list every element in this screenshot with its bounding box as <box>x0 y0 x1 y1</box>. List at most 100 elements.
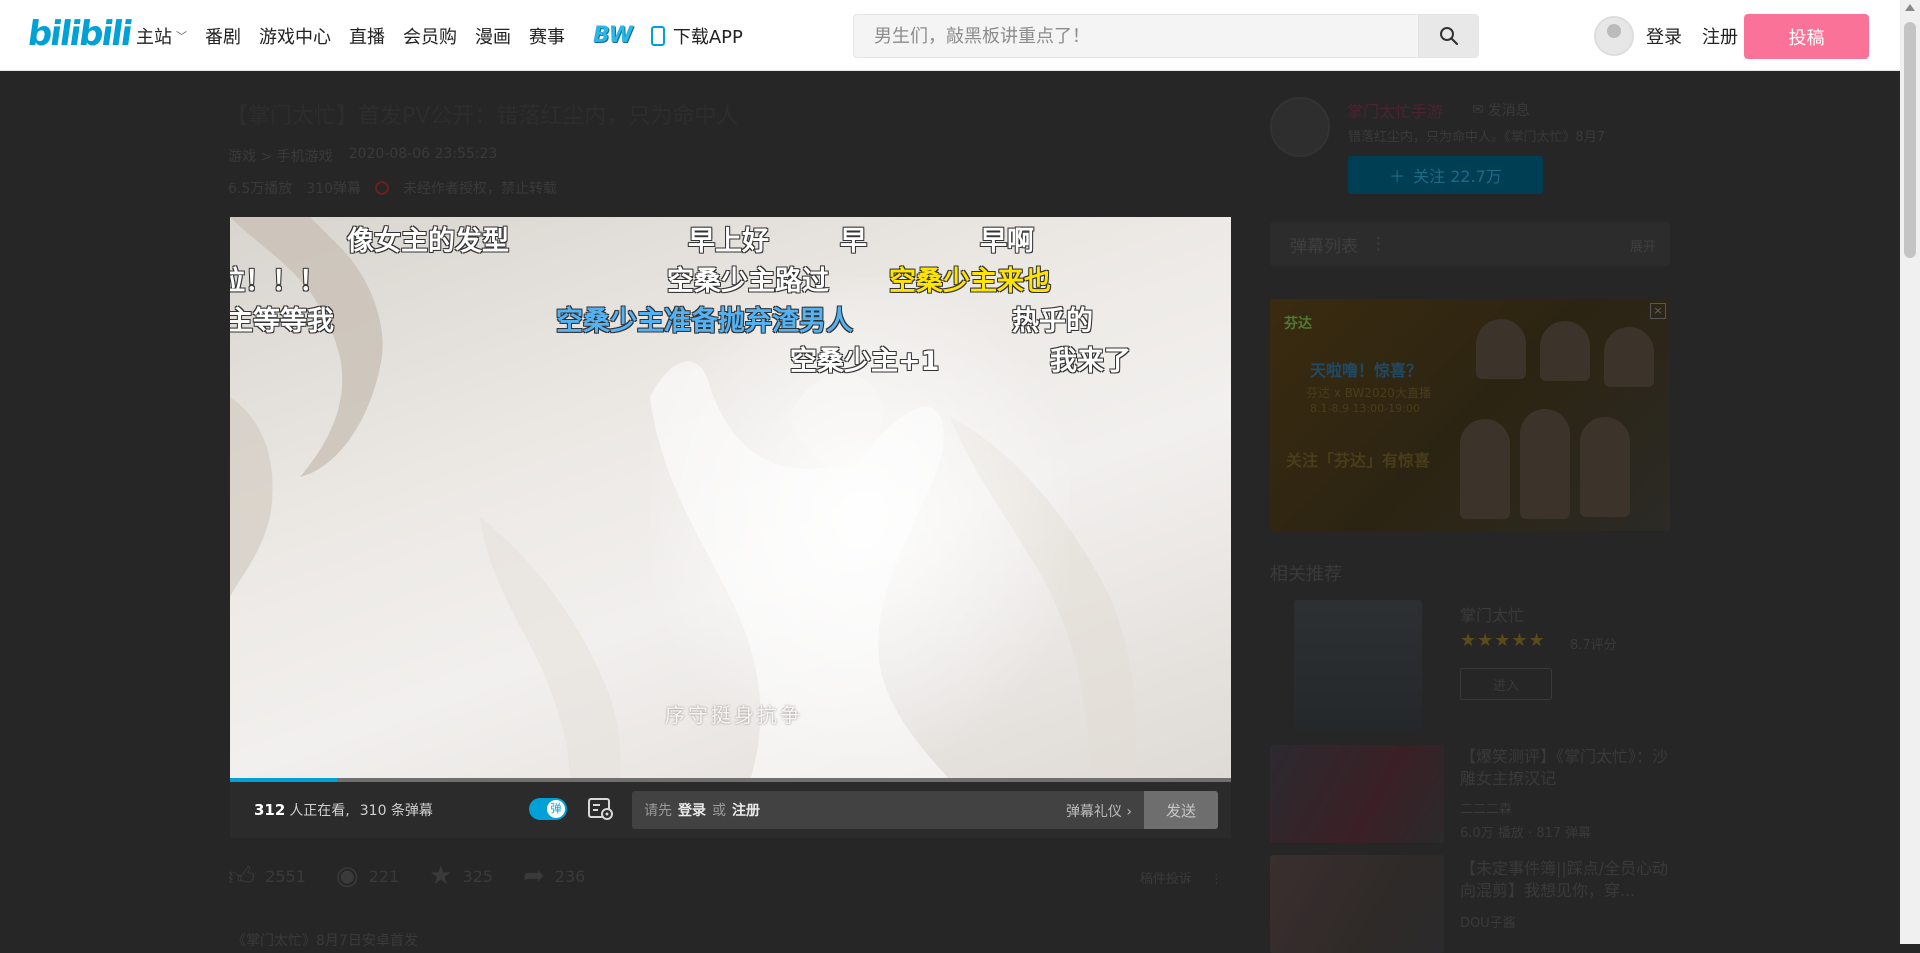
favorite-count: 325 <box>462 866 493 886</box>
bilibili-logo[interactable]: bilibili <box>25 14 133 54</box>
close-icon[interactable]: × <box>1650 303 1666 319</box>
search-input[interactable] <box>854 15 1418 57</box>
related-item-title[interactable]: 【未定事件簿||踩点/全员心动向混剪】我想见你，穿... <box>1460 858 1680 902</box>
enter-button[interactable]: 进入 <box>1460 668 1552 700</box>
scroll-up-icon[interactable] <box>1905 4 1915 11</box>
more-icon: ⋮ <box>1210 872 1223 887</box>
star-icon: ★ <box>429 861 453 891</box>
nav-item-label: 赛事 <box>529 26 565 48</box>
header-user-area: 登录 注册 <box>1594 0 1738 71</box>
ad-person <box>1460 419 1510 519</box>
danmaku-comment: 空桑少主+1 <box>790 346 940 377</box>
copyright-notice: 未经作者授权，禁止转载 <box>403 181 557 197</box>
uploader-avatar[interactable] <box>1270 97 1330 157</box>
like-count: 2551 <box>265 866 306 886</box>
coin-icon: ◉ <box>335 861 359 891</box>
ad-person <box>1580 417 1630 517</box>
chevron-down-icon: ﹀ <box>176 29 187 43</box>
video-description: 《掌门太忙》8月7日安卓首发 <box>232 933 418 949</box>
video-subtitle: 序守挺身抗争 <box>665 703 803 727</box>
video-player[interactable]: 像女主的发型 早上好 早 早啊 拉！！！ 空桑少主路过 空桑少主来也 主等等我 … <box>230 217 1231 780</box>
danmaku-comment: 像女主的发型 <box>347 226 509 257</box>
danmaku-register-link[interactable]: 注册 <box>732 800 760 820</box>
search-button[interactable] <box>1418 15 1478 57</box>
danmaku-comment: 热乎的 <box>1012 306 1093 337</box>
login-link[interactable]: 登录 <box>1646 23 1682 49</box>
favorite-button[interactable]: ★ 325 <box>429 861 493 891</box>
send-message-label: 发消息 <box>1487 103 1530 119</box>
danmaku-login-link[interactable]: 登录 <box>678 800 706 820</box>
ad-person <box>1540 321 1590 381</box>
danmaku-comment: 早 <box>840 226 867 257</box>
video-category[interactable]: 游戏 > 手机游戏 <box>228 146 333 166</box>
scrollbar-thumb[interactable] <box>1904 22 1916 258</box>
danmaku-send-bar: 312 人正在看, 310 条弹幕 弹 请先 登录 或 注册 弹幕礼仪 › 发送 <box>230 782 1231 838</box>
ad-time: 8.1-8.9 13:00-19:00 <box>1310 402 1420 415</box>
page-scrollbar[interactable] <box>1900 0 1920 944</box>
ad-event: 芬达 x BW2020大直播 <box>1306 386 1431 400</box>
related-thumbnail[interactable] <box>1270 745 1444 843</box>
danmaku-comment: 拉！！！ <box>230 266 326 297</box>
nav-item-main[interactable]: 主站 ﹀ <box>136 23 187 49</box>
danmaku-comment: 空桑少主准备抛弃渣男人 <box>556 306 853 337</box>
danmaku-comment: 主等等我 <box>230 306 334 337</box>
ad-person <box>1476 319 1526 379</box>
rating-stars: ★★★★★ <box>1460 630 1546 651</box>
main-nav: 主站 ﹀ 番剧 游戏中心 直播 会员购 漫画 赛事 BW 下载APP <box>136 0 743 71</box>
download-app-link[interactable]: 下载APP <box>650 23 743 49</box>
related-item-title[interactable]: 【爆笑测评】《掌门太忙》：沙雕女主撩汉记 <box>1460 746 1680 790</box>
danmaku-toggle[interactable]: 弹 <box>529 798 567 820</box>
nav-item-esports[interactable]: 赛事 <box>529 23 565 49</box>
avatar[interactable] <box>1594 15 1634 56</box>
uploader-name[interactable]: 掌门太忙手游 <box>1347 98 1443 122</box>
upload-button[interactable]: 投稿 <box>1744 14 1869 59</box>
nav-item-manga[interactable]: 漫画 <box>475 23 511 49</box>
like-button[interactable]: 👍︎ 2551 <box>228 861 306 892</box>
nav-item-shop[interactable]: 会员购 <box>403 23 457 49</box>
related-item-author[interactable]: DOU子酱 <box>1460 912 1516 931</box>
viewer-info: 312 人正在看, 310 条弹幕 <box>254 800 433 820</box>
register-link[interactable]: 注册 <box>1702 23 1738 49</box>
share-button[interactable]: ➦ 236 <box>523 861 585 891</box>
related-featured-cover[interactable] <box>1294 600 1422 730</box>
video-meta-row: 游戏 > 手机游戏 2020-08-06 23:55:23 <box>228 146 497 166</box>
ad-slogan: 天啦噜！惊喜？ <box>1310 361 1423 380</box>
nav-item-label: 主站 <box>136 26 172 48</box>
danmaku-send-button[interactable]: 发送 <box>1144 791 1218 829</box>
etiquette-label: 弹幕礼仪 <box>1065 804 1122 820</box>
danmaku-list-panel[interactable]: 弹幕列表 ⋮ 展开 <box>1270 222 1670 266</box>
nav-item-live[interactable]: 直播 <box>349 23 385 49</box>
rating-score: 8.7评分 <box>1570 638 1617 653</box>
danmaku-comment: 我来了 <box>1050 346 1131 377</box>
download-app-label: 下载APP <box>672 26 743 48</box>
related-item-author[interactable]: 二二二森 <box>1460 798 1512 817</box>
danmaku-comment: 空桑少主来也 <box>889 266 1051 297</box>
nav-item-label: 漫画 <box>475 26 511 48</box>
nav-item-label: 游戏中心 <box>259 26 331 48</box>
related-featured-title[interactable]: 掌门太忙 <box>1460 602 1524 626</box>
danmaku-etiquette-link[interactable]: 弹幕礼仪 › <box>1066 801 1132 821</box>
danmaku-comment: 早啊 <box>980 226 1034 257</box>
nav-item-anime[interactable]: 番剧 <box>205 23 241 49</box>
danmaku-settings-icon[interactable] <box>588 797 614 821</box>
follow-button[interactable]: ＋ 关注 22.7万 <box>1348 156 1543 194</box>
expand-link[interactable]: 展开 <box>1630 236 1656 255</box>
chevron-right-icon: › <box>1126 804 1132 820</box>
bw-event-link[interactable]: BW <box>593 23 633 48</box>
nav-item-game-center[interactable]: 游戏中心 <box>259 23 331 49</box>
danmaku-input[interactable]: 请先 登录 或 注册 弹幕礼仪 › <box>632 791 1144 829</box>
ad-banner[interactable]: 芬达 天啦噜！惊喜？ 芬达 x BW2020大直播 8.1-8.9 13:00-… <box>1270 299 1670 531</box>
more-icon[interactable]: ⋮ <box>1370 234 1387 254</box>
prompt-prefix: 请先 <box>644 803 672 819</box>
report-link[interactable]: 稿件投诉 ⋮ <box>1140 868 1223 887</box>
coin-button[interactable]: ◉ 221 <box>336 861 399 891</box>
related-thumbnail[interactable] <box>1270 855 1444 953</box>
watching-count: 312 <box>254 801 286 819</box>
phone-icon <box>650 25 665 46</box>
nav-item-label: 番剧 <box>205 26 241 48</box>
ad-person <box>1520 409 1570 519</box>
top-header: bilibili 主站 ﹀ 番剧 游戏中心 直播 会员购 漫画 赛事 BW 下载… <box>0 0 1920 71</box>
danmaku-total: 310 条弹幕 <box>359 803 433 819</box>
send-message-link[interactable]: ✉ 发消息 <box>1472 100 1530 120</box>
danmaku-toggle-knob: 弹 <box>547 800 565 818</box>
